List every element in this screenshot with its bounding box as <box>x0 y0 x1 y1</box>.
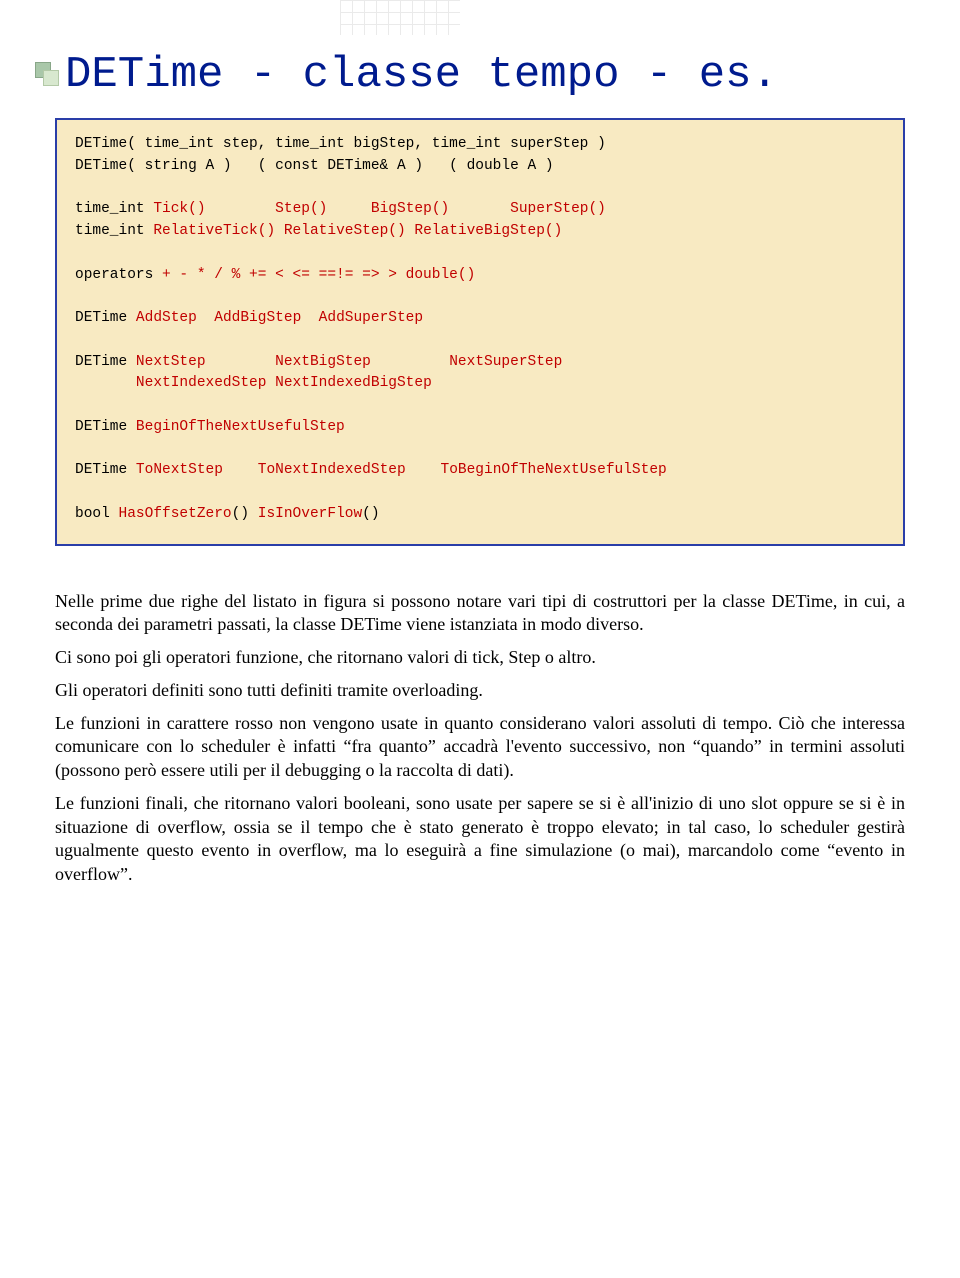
title-accent-icon <box>35 62 61 88</box>
body-text-block: Nelle prime due righe del listato in fig… <box>55 590 905 887</box>
code-kw: operators <box>75 267 162 283</box>
code-fn: IsInOverFlow <box>258 506 362 522</box>
code-fn: ToNextIndexedStep <box>258 462 406 478</box>
code-kw: DETime <box>75 354 136 370</box>
code-fn: HasOffsetZero <box>119 506 232 522</box>
sp <box>266 375 275 391</box>
code-fn: AddSuperStep <box>319 310 423 326</box>
title-block: DETime - classe tempo - es. <box>55 50 905 100</box>
code-fn: RelativeStep() <box>284 223 406 239</box>
code-fn: ToBeginOfTheNextUsefulStep <box>441 462 667 478</box>
code-fn: RelativeBigStep() <box>414 223 562 239</box>
code-line: DETime( time_int step, time_int bigStep,… <box>75 136 606 152</box>
code-kw: DETime <box>75 462 136 478</box>
sp <box>223 462 258 478</box>
code-kw: time_int <box>75 201 153 217</box>
sp <box>406 462 441 478</box>
code-fn: BeginOfTheNextUsefulStep <box>136 419 345 435</box>
code-fn: NextBigStep <box>275 354 371 370</box>
code-fn: SuperStep() <box>510 201 606 217</box>
code-fn: RelativeTick() <box>153 223 275 239</box>
sp <box>206 354 276 370</box>
paragraph: Ci sono poi gli operatori funzione, che … <box>55 646 905 670</box>
paragraph: Le funzioni in carattere rosso non vengo… <box>55 712 905 783</box>
code-fn: NextIndexedStep <box>136 375 267 391</box>
sp: () <box>232 506 258 522</box>
code-fn: Step() <box>275 201 327 217</box>
sp <box>206 201 276 217</box>
code-fn: BigStep() <box>371 201 449 217</box>
code-kw: DETime <box>75 310 136 326</box>
code-ops: + - * / % += < <= ==!= => > double() <box>162 267 475 283</box>
code-fn: NextStep <box>136 354 206 370</box>
sp <box>75 375 136 391</box>
page-title: DETime - classe tempo - es. <box>65 50 905 100</box>
sp: () <box>362 506 379 522</box>
sp <box>301 310 318 326</box>
code-listing: DETime( time_int step, time_int bigStep,… <box>55 118 905 546</box>
code-fn: AddBigStep <box>214 310 301 326</box>
code-fn: ToNextStep <box>136 462 223 478</box>
sp <box>197 310 214 326</box>
code-line: DETime( string A ) ( const DETime& A ) (… <box>75 158 554 174</box>
code-fn: AddStep <box>136 310 197 326</box>
paragraph: Nelle prime due righe del listato in fig… <box>55 590 905 638</box>
code-kw: bool <box>75 506 119 522</box>
sp <box>449 201 510 217</box>
decorative-grid <box>340 0 460 35</box>
code-kw: time_int <box>75 223 153 239</box>
paragraph: Le funzioni finali, che ritornano valori… <box>55 792 905 887</box>
code-fn: NextSuperStep <box>449 354 562 370</box>
paragraph: Gli operatori definiti sono tutti defini… <box>55 679 905 703</box>
sp <box>327 201 371 217</box>
code-fn: Tick() <box>153 201 205 217</box>
code-kw: DETime <box>75 419 136 435</box>
code-fn: NextIndexedBigStep <box>275 375 432 391</box>
sp <box>371 354 449 370</box>
sp <box>275 223 284 239</box>
